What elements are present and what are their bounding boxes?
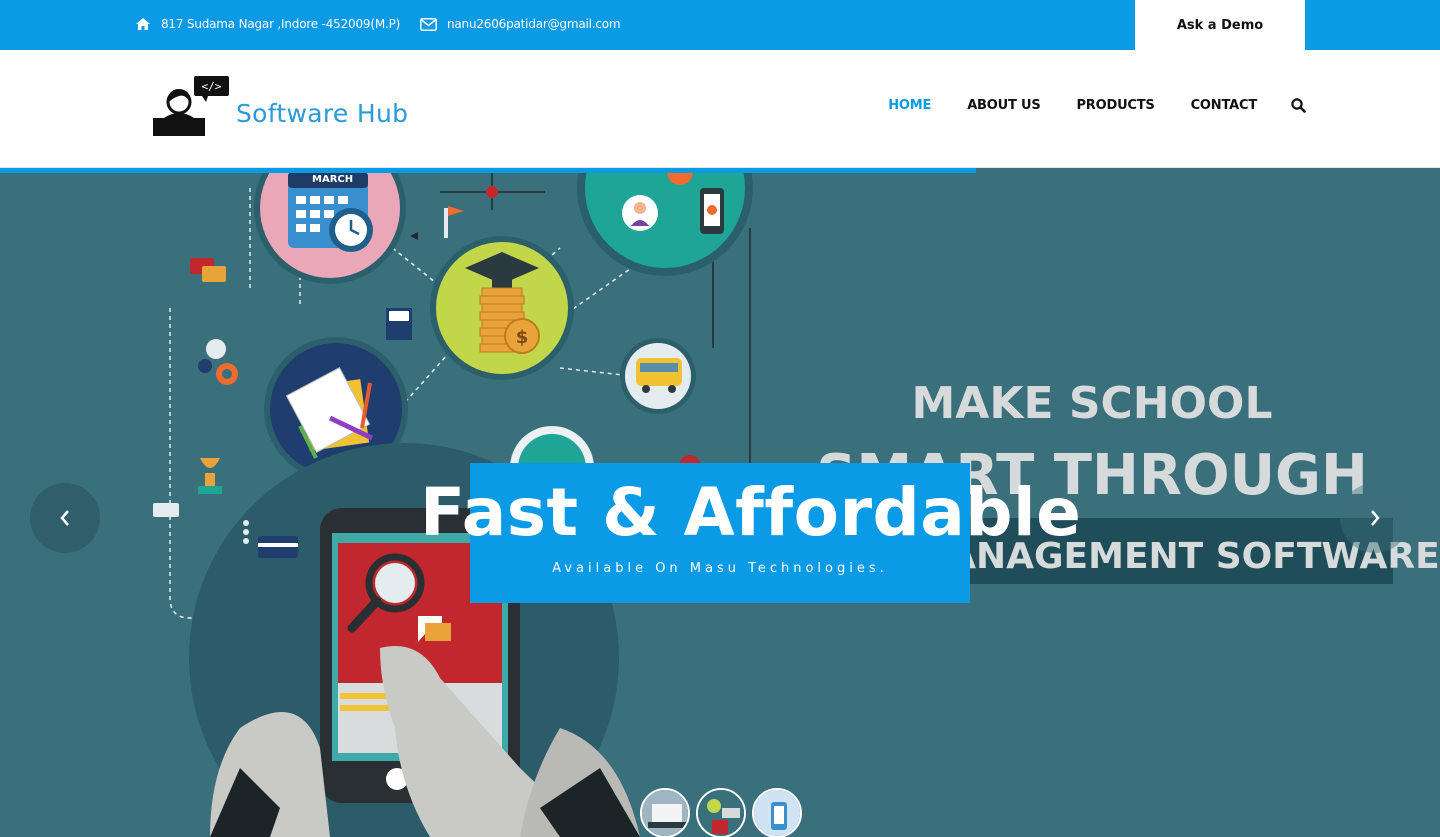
slider-progress-fill — [0, 168, 977, 173]
slider-thumbnails — [640, 788, 808, 837]
ask-demo-button[interactable]: Ask a Demo — [1135, 0, 1305, 50]
slide-thumbnail-3[interactable] — [752, 788, 802, 837]
slide-thumbnail-2[interactable] — [696, 788, 746, 837]
main-nav: HOME ABOUT US PRODUCTS CONTACT — [852, 98, 1306, 113]
address-text: 817 Sudama Nagar ,Indore -452009(M.P) — [161, 17, 401, 31]
envelope-icon — [420, 17, 437, 31]
search-button[interactable] — [1291, 98, 1306, 113]
address-item: 817 Sudama Nagar ,Indore -452009(M.P) — [135, 13, 400, 35]
hero-slider: MARCH $ MAKE SCHOOL SMART THROUGH MANAGE… — [0, 168, 1440, 837]
logo-text: Software Hub — [236, 99, 409, 128]
site-logo[interactable]: </> Software Hub — [150, 74, 408, 138]
logo-badge-text: </> — [202, 80, 222, 93]
home-icon — [136, 18, 150, 30]
nav-contact[interactable]: CONTACT — [1191, 98, 1258, 113]
laptop-thumbnail-image — [642, 790, 688, 836]
slide-caption-title: Fast & Affordable — [420, 474, 1082, 551]
search-icon — [1291, 98, 1306, 113]
slide-thumbnail-1[interactable] — [640, 788, 690, 837]
school-thumbnail-image — [698, 790, 744, 836]
mobile-app-thumbnail-image — [754, 790, 800, 836]
site-header: </> Software Hub HOME ABOUT US PRODUCTS … — [0, 50, 1440, 168]
nav-home[interactable]: HOME — [888, 98, 931, 113]
nav-about-us[interactable]: ABOUT US — [967, 98, 1040, 113]
email-text[interactable]: nanu2606patidar@gmail.com — [447, 17, 621, 31]
email-item[interactable]: nanu2606patidar@gmail.com — [420, 13, 621, 35]
chevron-left-icon — [60, 510, 69, 526]
slide-caption-subtitle: Available On Masu Technologies. — [552, 561, 888, 576]
slider-progress-bar — [0, 168, 1440, 173]
calendar-month-label: MARCH — [312, 174, 353, 185]
slider-next-button[interactable] — [1340, 483, 1410, 553]
slider-prev-button[interactable] — [30, 483, 100, 553]
banner-line-1: MAKE SCHOOL — [912, 378, 1273, 429]
nav-products[interactable]: PRODUCTS — [1076, 98, 1154, 113]
svg-text:$: $ — [516, 327, 529, 348]
top-contact-bar: 817 Sudama Nagar ,Indore -452009(M.P) na… — [0, 0, 1440, 50]
developer-logo-icon: </> — [153, 76, 229, 136]
chevron-right-icon — [1371, 510, 1380, 526]
